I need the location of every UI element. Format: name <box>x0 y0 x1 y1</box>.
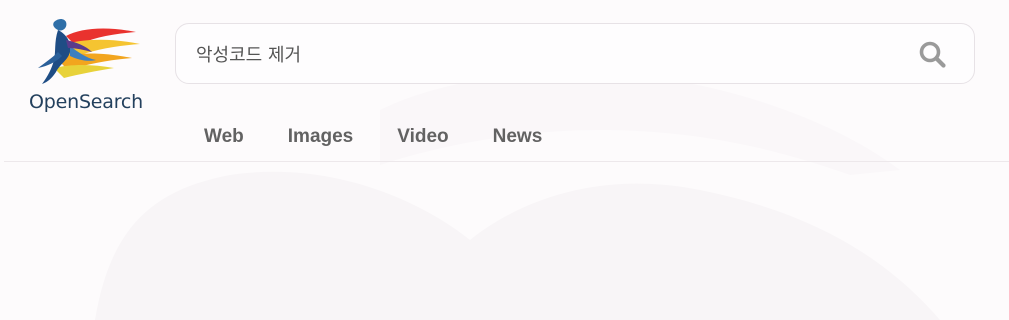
header: OpenSearch Web Images Video News <box>0 0 1009 162</box>
search-input[interactable] <box>196 24 896 83</box>
search-button[interactable] <box>918 40 948 70</box>
tab-images[interactable]: Images <box>266 124 375 152</box>
tab-video[interactable]: Video <box>375 124 470 152</box>
runner-logo-icon <box>38 19 140 84</box>
tab-web[interactable]: Web <box>182 124 266 152</box>
tab-news[interactable]: News <box>471 124 565 152</box>
header-divider <box>4 161 1009 162</box>
opensearch-logo[interactable]: OpenSearch <box>26 16 152 120</box>
logo-text: OpenSearch <box>29 91 144 113</box>
search-icon <box>919 41 946 68</box>
search-tabs: Web Images Video News <box>182 124 564 152</box>
search-box <box>175 23 975 84</box>
